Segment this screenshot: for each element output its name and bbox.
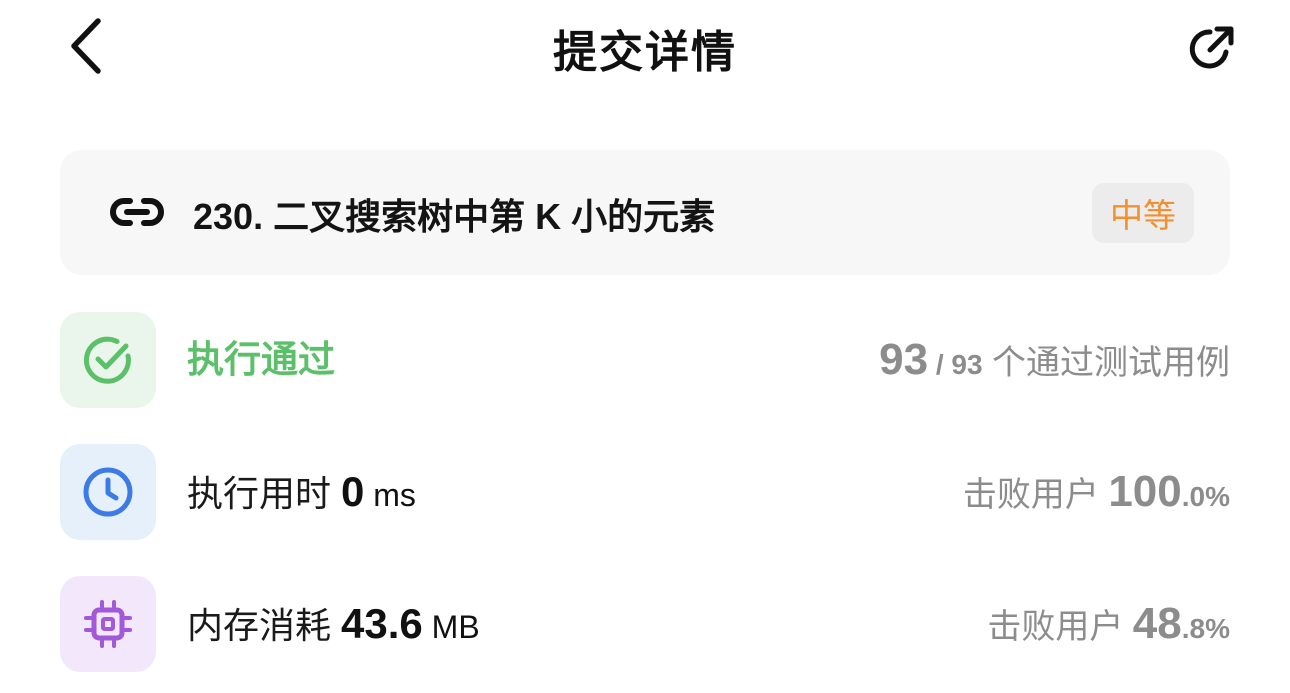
memory-value: 43.6	[341, 600, 423, 647]
runtime-icon-box	[60, 444, 156, 540]
test-cases-summary: 93 / 93 个通过测试用例	[879, 334, 1230, 396]
runtime-row: 执行用时 0 ms 击败用户 100.0%	[60, 444, 1230, 540]
memory-beat-label: 击败用户	[987, 608, 1133, 646]
memory-unit: MB	[422, 609, 480, 645]
check-circle-icon	[83, 336, 131, 384]
header: 提交详情	[0, 0, 1290, 96]
clock-icon	[83, 467, 133, 517]
status-row: 执行通过 93 / 93 个通过测试用例	[60, 312, 1230, 408]
runtime-beat-int: 100	[1108, 467, 1182, 516]
page-title: 提交详情	[553, 28, 737, 77]
problem-card[interactable]: 230. 二叉搜索树中第 K 小的元素 中等	[60, 150, 1230, 275]
runtime-label: 执行用时	[187, 473, 342, 514]
memory-beat-dec: .8%	[1181, 613, 1230, 644]
passed-count: 93	[879, 335, 929, 384]
memory-row: 内存消耗 43.6 MB 击败用户 48.8%	[60, 576, 1230, 672]
share-button[interactable]	[1180, 18, 1244, 78]
difficulty-badge: 中等	[1092, 183, 1194, 243]
memory-label-group: 内存消耗 43.6 MB	[187, 602, 480, 649]
status-icon-box	[60, 312, 156, 408]
count-separator: /	[928, 349, 952, 380]
share-icon	[1189, 26, 1234, 69]
chip-icon	[84, 600, 132, 648]
submission-detail-page: 提交详情 230. 二叉搜索树中第 K 小的元素 中等 执行通过 93 / 93…	[0, 0, 1290, 693]
memory-beat-int: 48	[1132, 599, 1182, 648]
memory-beat: 击败用户 48.8%	[987, 598, 1230, 660]
runtime-beat-label: 击败用户	[962, 476, 1109, 514]
link-icon	[110, 198, 164, 226]
total-count: 93	[951, 349, 983, 380]
runtime-label-group: 执行用时 0 ms	[187, 470, 416, 517]
runtime-value: 0	[341, 468, 365, 515]
runtime-beat: 击败用户 100.0%	[963, 466, 1230, 528]
runtime-unit: ms	[364, 477, 416, 513]
test-cases-suffix: 个通过测试用例	[982, 344, 1230, 382]
problem-title[interactable]: 230. 二叉搜索树中第 K 小的元素	[193, 188, 715, 240]
memory-label: 内存消耗	[187, 605, 342, 646]
runtime-beat-dec: .0%	[1181, 481, 1230, 512]
memory-icon-box	[60, 576, 156, 672]
status-label: 执行通过	[187, 339, 335, 380]
